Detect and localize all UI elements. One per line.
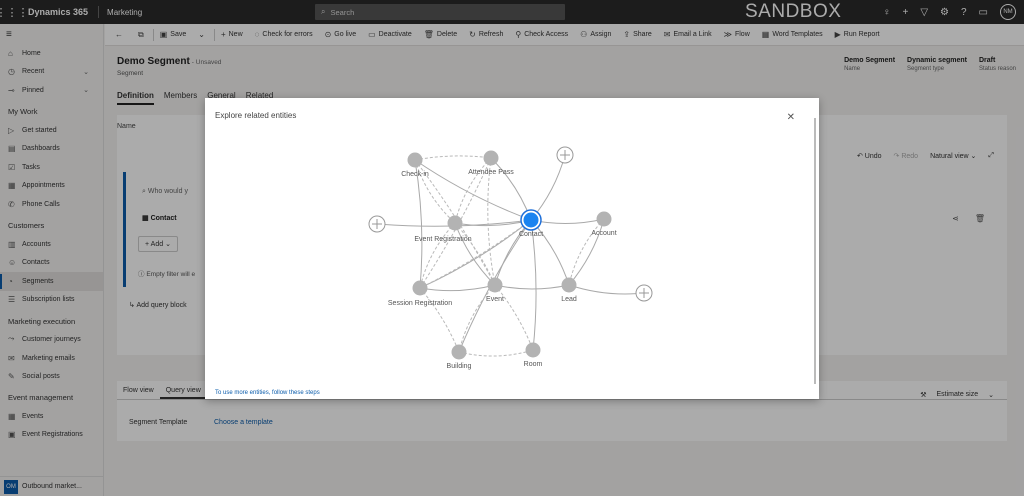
relationship-edge: [490, 157, 532, 221]
entity-node-dot[interactable]: [447, 215, 463, 231]
relationship-edge-dashed: [419, 219, 532, 289]
entity-node-dot[interactable]: [523, 212, 539, 228]
more-entities-link[interactable]: To use more entities, follow these steps: [215, 390, 320, 396]
entity-node-checkin[interactable]: Check-in: [401, 152, 429, 179]
entity-node-label: Session Registration: [388, 300, 452, 307]
relationship-edge: [419, 219, 532, 289]
relationship-edge: [530, 219, 537, 351]
relationship-edge: [530, 154, 566, 221]
relationship-edge-dashed: [494, 284, 534, 351]
relationship-edge-dashed: [419, 222, 456, 289]
close-icon[interactable]: ✕: [787, 112, 795, 123]
entity-node-dot[interactable]: [525, 342, 541, 358]
entity-node-session[interactable]: Session Registration: [388, 280, 452, 308]
entity-graph: Check-in Attendee Pass Event Registration C…: [368, 146, 653, 371]
entity-node-dot[interactable]: [412, 280, 428, 296]
add-entity-node[interactable]: [368, 215, 386, 233]
relationship-edge-dashed: [454, 157, 492, 224]
dialog-scrollbar[interactable]: [814, 118, 816, 384]
entity-node-dot[interactable]: [561, 277, 577, 293]
relationship-edge-dashed: [454, 222, 496, 286]
add-entity-node[interactable]: [556, 146, 574, 164]
add-entity-node[interactable]: [635, 284, 653, 302]
relationship-edge-dashed: [414, 155, 492, 161]
entity-node-account[interactable]: Account: [591, 211, 617, 238]
entity-node-contact[interactable]: Contact: [519, 209, 543, 238]
relationship-edge-dashed: [419, 287, 460, 353]
entity-node-dot[interactable]: [487, 277, 503, 293]
entity-node-dot[interactable]: [407, 152, 423, 168]
entity-node-dot[interactable]: [451, 344, 467, 360]
relationship-edge-dashed: [458, 349, 534, 357]
entity-node-dot[interactable]: [596, 211, 612, 227]
entity-node-label: Check-in: [401, 171, 429, 178]
relationship-edge-dashed: [568, 218, 605, 286]
entity-node-dot[interactable]: [483, 150, 499, 166]
explore-entities-dialog: Check-in Attendee Pass Event Registration C…: [205, 98, 819, 399]
entity-node-eventreg[interactable]: Event Registration: [414, 215, 472, 244]
relationship-edge: [454, 222, 496, 286]
entity-node-label: Room: [524, 361, 543, 368]
relationship-edge: [419, 284, 496, 292]
entity-node-label: Event Registration: [414, 236, 471, 243]
entity-node-room[interactable]: Room: [524, 342, 543, 369]
relationship-edge-dashed: [487, 157, 496, 286]
entity-node-label: Lead: [561, 296, 577, 303]
entity-node-label: Contact: [519, 231, 543, 238]
relationship-edge: [454, 219, 532, 227]
entity-node-label: Account: [591, 230, 616, 237]
relationship-edge: [494, 219, 532, 286]
entity-node-building[interactable]: Building: [447, 344, 472, 371]
entity-node-label: Building: [447, 363, 472, 370]
entity-node-event[interactable]: Event: [486, 277, 504, 304]
entity-node-label: Attendee Pass: [468, 169, 514, 176]
entity-node-lead[interactable]: Lead: [561, 277, 577, 304]
dialog-title: Explore related entities: [215, 111, 297, 120]
relationship-edge: [568, 218, 605, 286]
relationship-edge: [568, 284, 645, 295]
relationship-edge: [530, 219, 570, 286]
entity-node-attendee[interactable]: Attendee Pass: [468, 150, 514, 177]
relationship-edge: [530, 218, 605, 225]
entity-node-label: Event: [486, 296, 504, 303]
relationship-edge: [414, 159, 423, 289]
relationship-edge: [494, 284, 570, 290]
